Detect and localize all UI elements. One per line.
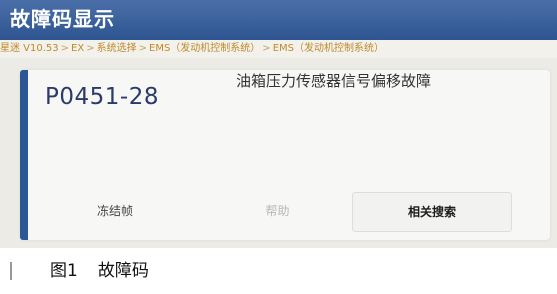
breadcrumb-separator: > (60, 43, 70, 54)
breadcrumb: 星迷 V10.53 > EX > 系统选择 > EMS（发动机控制系统） > EMS（发动机控制… (0, 40, 557, 58)
figure-number: 图1 (50, 261, 78, 281)
caption-divider (10, 262, 12, 280)
figure-caption-text: 故障码 (97, 261, 149, 281)
diagnostic-screen: 故障码显示 星迷 V10.53 > EX > 系统选择 > EMS（发动机控制系统） > EMS… (0, 0, 557, 248)
title-bar: 故障码显示 (0, 0, 557, 40)
dtc-description: 油箱压力传感器信号偏移故障 (236, 72, 432, 90)
breadcrumb-item-vehicle[interactable]: EX (71, 40, 84, 58)
breadcrumb-separator: > (138, 43, 147, 54)
breadcrumb-item-app[interactable]: 星迷 V10.53 (0, 40, 59, 58)
breadcrumb-item-ems[interactable]: EMS（发动机控制系统） (149, 40, 260, 58)
breadcrumb-separator: > (262, 43, 271, 54)
freeze-frame-button[interactable]: 冻结帧 (30, 192, 200, 230)
help-button[interactable]: 帮助 (205, 192, 350, 230)
breadcrumb-item-system-select[interactable]: 系统选择 (97, 40, 137, 58)
breadcrumb-item-ems-current: EMS（发动机控制系统） (272, 43, 384, 54)
dtc-code: P0451-28 (45, 84, 159, 110)
breadcrumb-separator: > (86, 43, 95, 54)
figure-caption: 图1 故障码 (50, 258, 149, 284)
page-title: 故障码显示 (10, 7, 115, 31)
related-search-button[interactable]: 相关搜索 (352, 192, 512, 232)
dtc-card-accent (20, 70, 28, 240)
